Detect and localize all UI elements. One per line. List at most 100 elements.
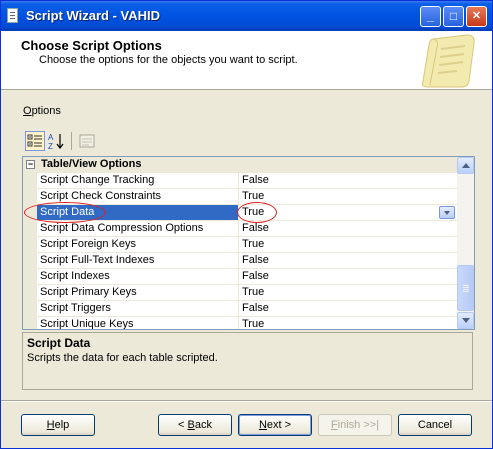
property-value[interactable]: False [242,174,269,186]
close-button[interactable]: ✕ [466,6,487,27]
row-gutter [23,301,37,317]
window-title: Script Wizard - VAHID [26,8,160,23]
property-value[interactable]: False [242,302,269,314]
row-gutter [23,221,37,237]
help-accesskey: H [46,419,55,431]
column-divider[interactable] [238,285,239,301]
property-name[interactable]: Script Full-Text Indexes [40,254,240,266]
wizard-header: Choose Script Options Choose the options… [1,31,492,90]
property-row[interactable]: Script Check Constraints True [23,189,457,205]
scroll-thumb[interactable] [457,265,474,311]
column-divider[interactable] [238,173,239,189]
back-accesskey: B [187,419,195,431]
row-gutter [23,173,37,189]
property-row[interactable]: Script Data Compression Options False [23,221,457,237]
next-accesskey: N [258,419,267,431]
row-gutter [23,317,37,329]
property-row[interactable]: Script Primary Keys True [23,285,457,301]
property-value[interactable]: True [242,206,264,218]
vertical-scrollbar[interactable] [457,157,474,329]
svg-text:Z: Z [48,142,53,151]
row-gutter [23,269,37,285]
script-wizard-window: Script Wizard - VAHID _ □ ✕ Choose Scrip… [0,0,493,449]
script-document-icon [7,8,18,23]
property-grid[interactable]: − Table/View Options Script Change Track… [22,156,475,330]
finish-accesskey: F [330,419,338,431]
column-divider[interactable] [238,253,239,269]
property-name[interactable]: Script Data Compression Options [40,222,240,234]
maximize-button[interactable]: □ [443,6,464,27]
next-button[interactable]: Next > [238,414,312,436]
property-row[interactable]: Script Foreign Keys True [23,237,457,253]
row-gutter [23,205,37,221]
alphabetical-view-button[interactable]: A Z [47,131,67,151]
scroll-down-arrow-icon[interactable] [457,312,474,329]
property-value[interactable]: True [242,238,264,250]
category-row[interactable]: − Table/View Options [23,157,457,173]
property-row[interactable]: Script Full-Text Indexes False [23,253,457,269]
property-name[interactable]: Script Unique Keys [40,318,240,329]
alphabetical-icon: A Z [48,133,64,151]
row-gutter [23,285,37,301]
column-divider[interactable] [238,301,239,317]
column-divider[interactable] [238,205,239,221]
property-row[interactable]: Script Indexes False [23,269,457,285]
property-value[interactable]: False [242,222,269,234]
categorized-icon [27,134,42,147]
row-gutter [23,189,37,205]
category-label: Table/View Options [41,158,142,170]
property-row[interactable]: Script Triggers False [23,301,457,317]
property-value[interactable]: False [242,270,269,282]
page-subtitle: Choose the options for the objects you w… [39,54,298,66]
column-divider[interactable] [238,189,239,205]
options-accesskey: O [23,105,32,117]
finish-label-rest: inish >>| [337,419,380,431]
column-divider[interactable] [238,221,239,237]
cancel-button[interactable]: Cancel [398,414,472,436]
description-title: Script Data [27,336,91,350]
property-row[interactable]: Script Data True [23,202,457,223]
property-value[interactable]: True [242,190,264,202]
toolbar-separator [71,132,72,150]
property-name[interactable]: Script Change Tracking [40,174,240,186]
value-dropdown-icon[interactable] [439,206,455,219]
minimize-button[interactable]: _ [420,6,441,27]
scroll-up-arrow-icon[interactable] [457,157,474,174]
property-name[interactable]: Script Data [40,206,240,218]
description-pane: Script Data Scripts the data for each ta… [22,332,473,390]
property-name[interactable]: Script Foreign Keys [40,238,240,250]
property-name[interactable]: Script Triggers [40,302,240,314]
scroll-icon [422,34,475,88]
collapse-icon[interactable]: − [26,160,35,169]
title-bar[interactable]: Script Wizard - VAHID _ □ ✕ [1,1,492,31]
property-value[interactable]: True [242,318,264,329]
back-label-rest: ack [194,419,212,431]
next-label-rest: ext > [266,419,292,431]
row-gutter [23,237,37,253]
finish-button[interactable]: Finish >>| [318,414,392,436]
property-pages-button [77,131,97,151]
column-divider[interactable] [238,269,239,285]
property-name[interactable]: Script Primary Keys [40,286,240,298]
footer-divider [1,400,492,402]
column-divider[interactable] [238,317,239,329]
property-row[interactable]: Script Change Tracking False [23,173,457,189]
help-button[interactable]: Help [21,414,95,436]
back-prefix: < [178,419,188,431]
page-title: Choose Script Options [21,38,162,53]
options-label: Options [23,105,61,117]
row-gutter [23,253,37,269]
property-row[interactable]: Script Unique Keys True [23,317,457,329]
property-value[interactable]: False [242,254,269,266]
property-value[interactable]: True [242,286,264,298]
options-label-rest: ptions [31,105,61,117]
column-divider[interactable] [238,237,239,253]
property-name[interactable]: Script Indexes [40,270,240,282]
categorized-view-button[interactable] [25,131,45,151]
help-label-rest: elp [54,419,70,431]
property-name[interactable]: Script Check Constraints [40,190,240,202]
svg-text:A: A [48,133,54,142]
back-button[interactable]: < Back [158,414,232,436]
property-pages-icon [79,134,95,148]
description-text: Scripts the data for each table scripted… [27,352,218,364]
